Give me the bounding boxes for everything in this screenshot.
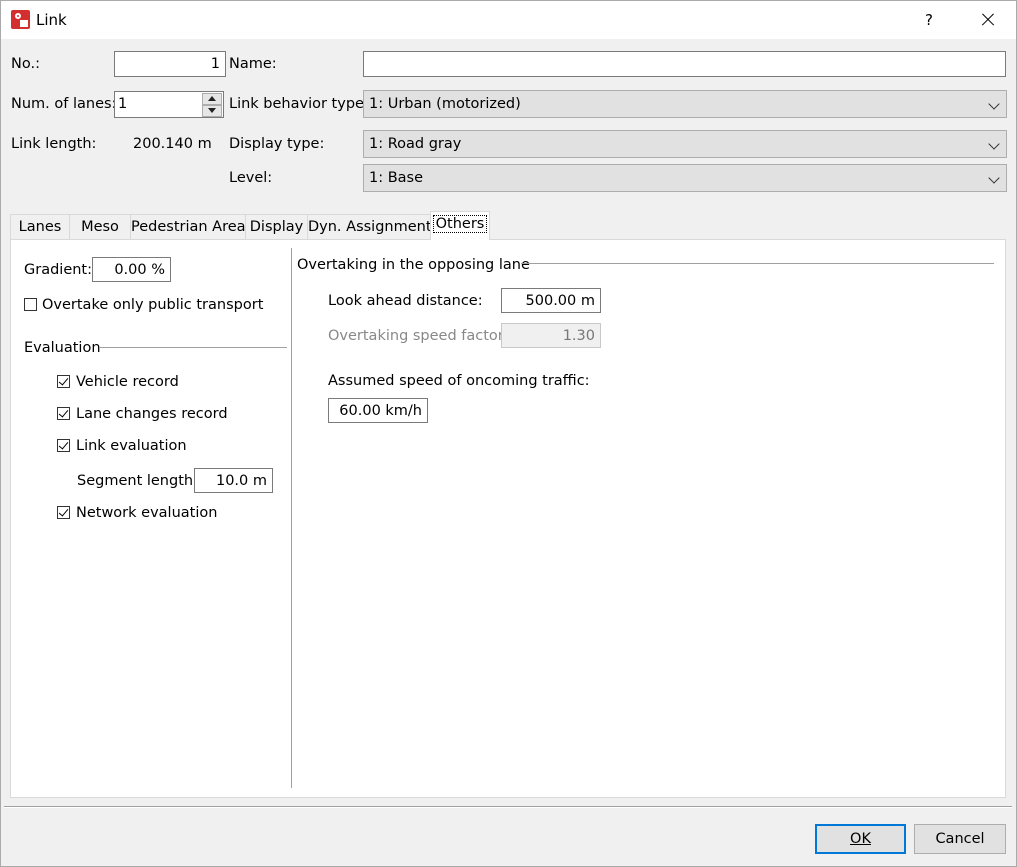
overtaking-group-title: Overtaking in the opposing lane	[297, 257, 530, 273]
chevron-down-icon	[988, 138, 1000, 150]
tab-pedestrian-area[interactable]: Pedestrian Area	[130, 214, 246, 239]
oncoming-speed-label: Assumed speed of oncoming traffic:	[328, 373, 590, 389]
segment-length-label: Segment length:	[77, 473, 198, 489]
network-evaluation-label: Network evaluation	[76, 505, 218, 521]
title-bar: Link ?	[1, 1, 1016, 39]
chevron-down-icon	[988, 172, 1000, 184]
gradient-input[interactable]: 0.00 %	[92, 257, 171, 282]
behavior-value: 1: Urban (motorized)	[369, 96, 521, 112]
close-icon[interactable]	[958, 1, 1016, 39]
ok-button[interactable]: OK	[815, 824, 906, 854]
oncoming-speed-input[interactable]: 60.00 km/h	[328, 398, 428, 423]
spin-up-button[interactable]	[202, 93, 222, 105]
tab-others[interactable]: Others	[430, 211, 490, 240]
display-type-select[interactable]: 1: Road gray	[363, 130, 1007, 158]
name-label: Name:	[229, 56, 277, 72]
overtaking-divider	[521, 263, 994, 264]
cancel-button[interactable]: Cancel	[914, 824, 1006, 854]
overtake-pt-label: Overtake only public transport	[42, 297, 264, 313]
vehicle-record-label: Vehicle record	[76, 374, 179, 390]
help-button[interactable]: ?	[901, 1, 957, 39]
overtake-pt-checkbox[interactable]	[24, 298, 37, 311]
behavior-select[interactable]: 1: Urban (motorized)	[363, 90, 1007, 118]
tab-display[interactable]: Display	[245, 214, 308, 239]
network-evaluation-checkbox[interactable]	[57, 506, 70, 519]
app-icon	[11, 10, 30, 29]
ok-label: OK	[850, 831, 871, 847]
lane-changes-label: Lane changes record	[76, 406, 228, 422]
lanes-label: Num. of lanes:	[11, 96, 117, 112]
vehicle-record-checkbox[interactable]	[57, 375, 70, 388]
link-evaluation-label: Link evaluation	[76, 438, 187, 454]
lane-changes-checkbox[interactable]	[57, 407, 70, 420]
arrow-down-icon	[208, 108, 216, 113]
no-label: No.:	[11, 56, 40, 72]
gradient-label: Gradient:	[24, 262, 92, 278]
window-title: Link	[36, 11, 67, 29]
tab-lanes[interactable]: Lanes	[10, 214, 70, 239]
link-evaluation-checkbox[interactable]	[57, 439, 70, 452]
behavior-label: Link behavior type:	[229, 96, 369, 112]
speed-factor-label: Overtaking speed factor:	[328, 328, 509, 344]
cancel-label: Cancel	[935, 831, 985, 847]
evaluation-group-title: Evaluation	[24, 340, 101, 356]
level-select[interactable]: 1: Base	[363, 164, 1007, 192]
evaluation-divider	[99, 347, 287, 348]
speed-factor-input: 1.30	[501, 323, 601, 348]
chevron-down-icon	[988, 98, 1000, 110]
link-length-label: Link length:	[11, 136, 97, 152]
display-type-value: 1: Road gray	[369, 136, 462, 152]
look-ahead-label: Look ahead distance:	[328, 293, 483, 309]
level-value: 1: Base	[369, 170, 424, 186]
tab-others-label: Others	[432, 215, 488, 233]
no-input[interactable]: 1	[114, 51, 226, 77]
spin-down-button[interactable]	[202, 105, 222, 117]
tab-dyn-assignment[interactable]: Dyn. Assignment	[307, 214, 432, 239]
column-divider	[291, 248, 292, 788]
lanes-spinner[interactable]	[202, 93, 222, 117]
level-label: Level:	[229, 170, 273, 186]
look-ahead-input[interactable]: 500.00 m	[501, 288, 601, 313]
link-length-value: 200.140 m	[133, 136, 212, 152]
display-type-label: Display type:	[229, 136, 325, 152]
footer-divider-highlight	[4, 807, 1012, 808]
segment-length-input[interactable]: 10.0 m	[194, 468, 273, 493]
name-input[interactable]	[363, 51, 1006, 77]
tab-meso[interactable]: Meso	[69, 214, 131, 239]
arrow-up-icon	[208, 96, 216, 101]
